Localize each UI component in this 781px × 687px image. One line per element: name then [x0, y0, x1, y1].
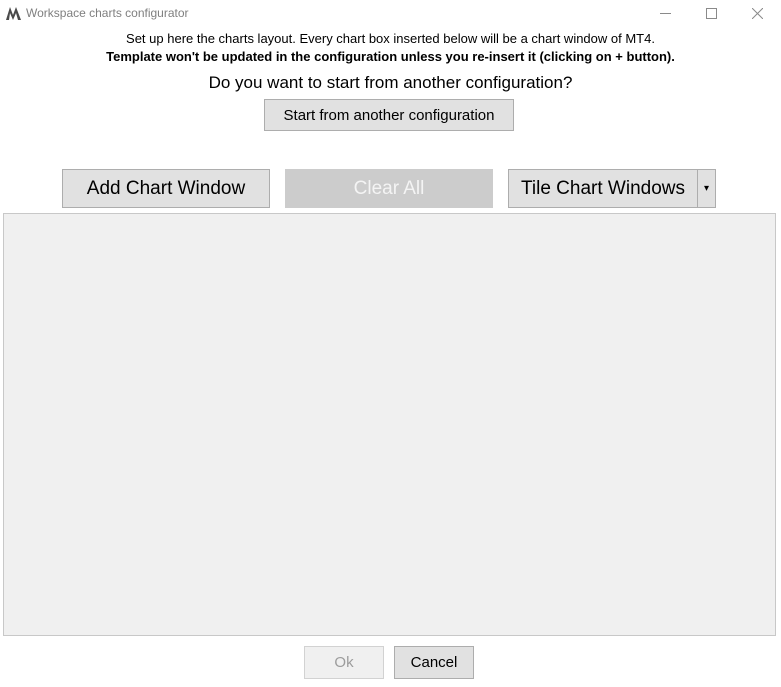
mt4-logo-icon — [6, 5, 21, 20]
cancel-button[interactable]: Cancel — [394, 646, 474, 679]
minimize-button[interactable] — [643, 0, 688, 26]
window-title: Workspace charts configurator — [26, 6, 189, 20]
start-question: Do you want to start from another config… — [208, 73, 573, 92]
close-button[interactable] — [735, 0, 780, 26]
maximize-button[interactable] — [689, 0, 734, 26]
ok-button[interactable]: Ok — [304, 646, 384, 679]
clear-all-button[interactable]: Clear All — [285, 169, 493, 208]
info-text-line1: Set up here the charts layout. Every cha… — [126, 31, 655, 46]
tile-options-dropdown-button[interactable]: ▾ — [697, 169, 716, 208]
title-bar: Workspace charts configurator — [0, 0, 781, 26]
info-text-line2: Template won't be updated in the configu… — [106, 49, 675, 64]
chart-layout-canvas[interactable] — [3, 213, 776, 636]
tile-chart-windows-button[interactable]: Tile Chart Windows — [508, 169, 698, 208]
start-from-another-configuration-button[interactable]: Start from another configuration — [264, 99, 514, 131]
chevron-down-icon: ▾ — [703, 183, 710, 194]
add-chart-window-button[interactable]: Add Chart Window — [62, 169, 270, 208]
